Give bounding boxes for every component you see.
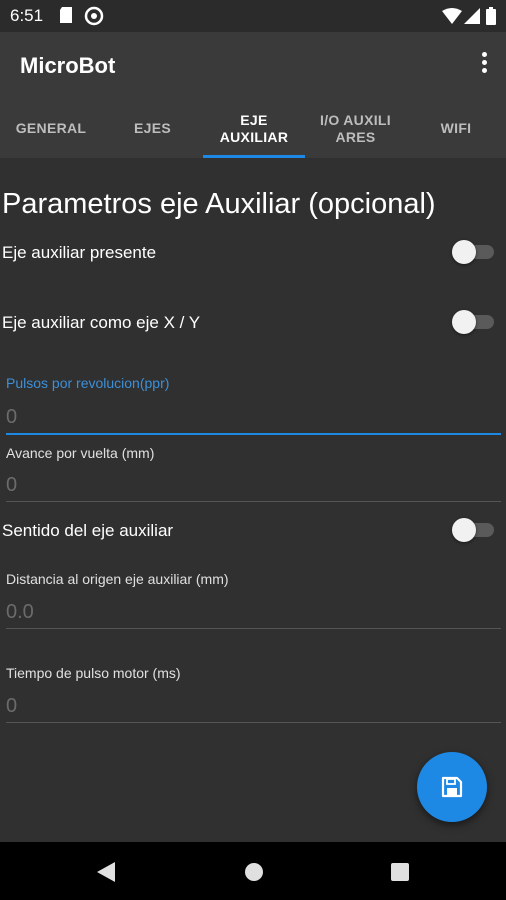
home-icon[interactable]: [242, 860, 266, 884]
app-title: MicroBot: [20, 53, 116, 78]
switch-label-sentido-eje-auxiliar: Sentido del eje auxiliar: [2, 521, 174, 540]
sync-icon: [84, 6, 104, 26]
avance-por-vuelta-underline: [6, 501, 501, 502]
switch-label-eje-auxiliar-presente: Eje auxiliar presente: [2, 243, 157, 262]
pulsos-por-revolucion-underline: [6, 433, 501, 435]
cell-signal-icon: [464, 8, 480, 24]
toggle-eje-auxiliar-presente[interactable]: [452, 240, 494, 264]
pulsos-por-revolucion-input[interactable]: 0: [6, 406, 17, 429]
app-bar: MicroBot: [0, 32, 506, 99]
tab-eje-auxiliar[interactable]: EJE AUXILIAR: [203, 99, 305, 158]
tab-bar: GENERAL EJES EJE AUXILIAR I/O AUXILI ARE…: [0, 99, 506, 158]
field-label-distancia-al-origen: Distancia al origen eje auxiliar (mm): [6, 571, 229, 587]
save-icon: [441, 776, 463, 798]
tiempo-de-pulso-underline: [6, 722, 501, 723]
tab-wifi[interactable]: WIFI: [406, 99, 506, 158]
avance-por-vuelta-input[interactable]: 0: [6, 474, 17, 497]
content-area: Parametros eje Auxiliar (opcional) Eje a…: [0, 158, 506, 842]
switch-label-eje-auxiliar-como-eje-xy: Eje auxiliar como eje X / Y: [2, 313, 201, 332]
tab-ejes[interactable]: EJES: [102, 99, 203, 158]
page-heading: Parametros eje Auxiliar (opcional): [2, 188, 436, 220]
distancia-al-origen-underline: [6, 628, 501, 629]
sd-card-icon: [60, 7, 72, 23]
tab-general[interactable]: GENERAL: [0, 99, 102, 158]
system-nav-bar: [0, 842, 506, 900]
back-icon[interactable]: [94, 860, 118, 884]
recents-icon[interactable]: [388, 860, 412, 884]
field-label-tiempo-de-pulso: Tiempo de pulso motor (ms): [6, 665, 181, 681]
wifi-icon: [442, 8, 462, 24]
field-label-avance-por-vuelta: Avance por vuelta (mm): [6, 445, 155, 461]
field-label-pulsos-por-revolucion: Pulsos por revolucion(ppr): [6, 375, 170, 391]
distancia-al-origen-input[interactable]: 0.0: [6, 601, 34, 624]
save-button[interactable]: [417, 752, 487, 822]
battery-icon: [486, 7, 496, 25]
status-bar: 6:51: [0, 0, 506, 32]
toggle-eje-auxiliar-como-eje-xy[interactable]: [452, 310, 494, 334]
status-time: 6:51: [10, 6, 44, 25]
tab-io-auxiliares[interactable]: I/O AUXILI ARES: [305, 99, 406, 158]
tiempo-de-pulso-input[interactable]: 0: [6, 695, 17, 718]
overflow-menu-icon[interactable]: [476, 52, 492, 80]
toggle-sentido-eje-auxiliar[interactable]: [452, 518, 494, 542]
